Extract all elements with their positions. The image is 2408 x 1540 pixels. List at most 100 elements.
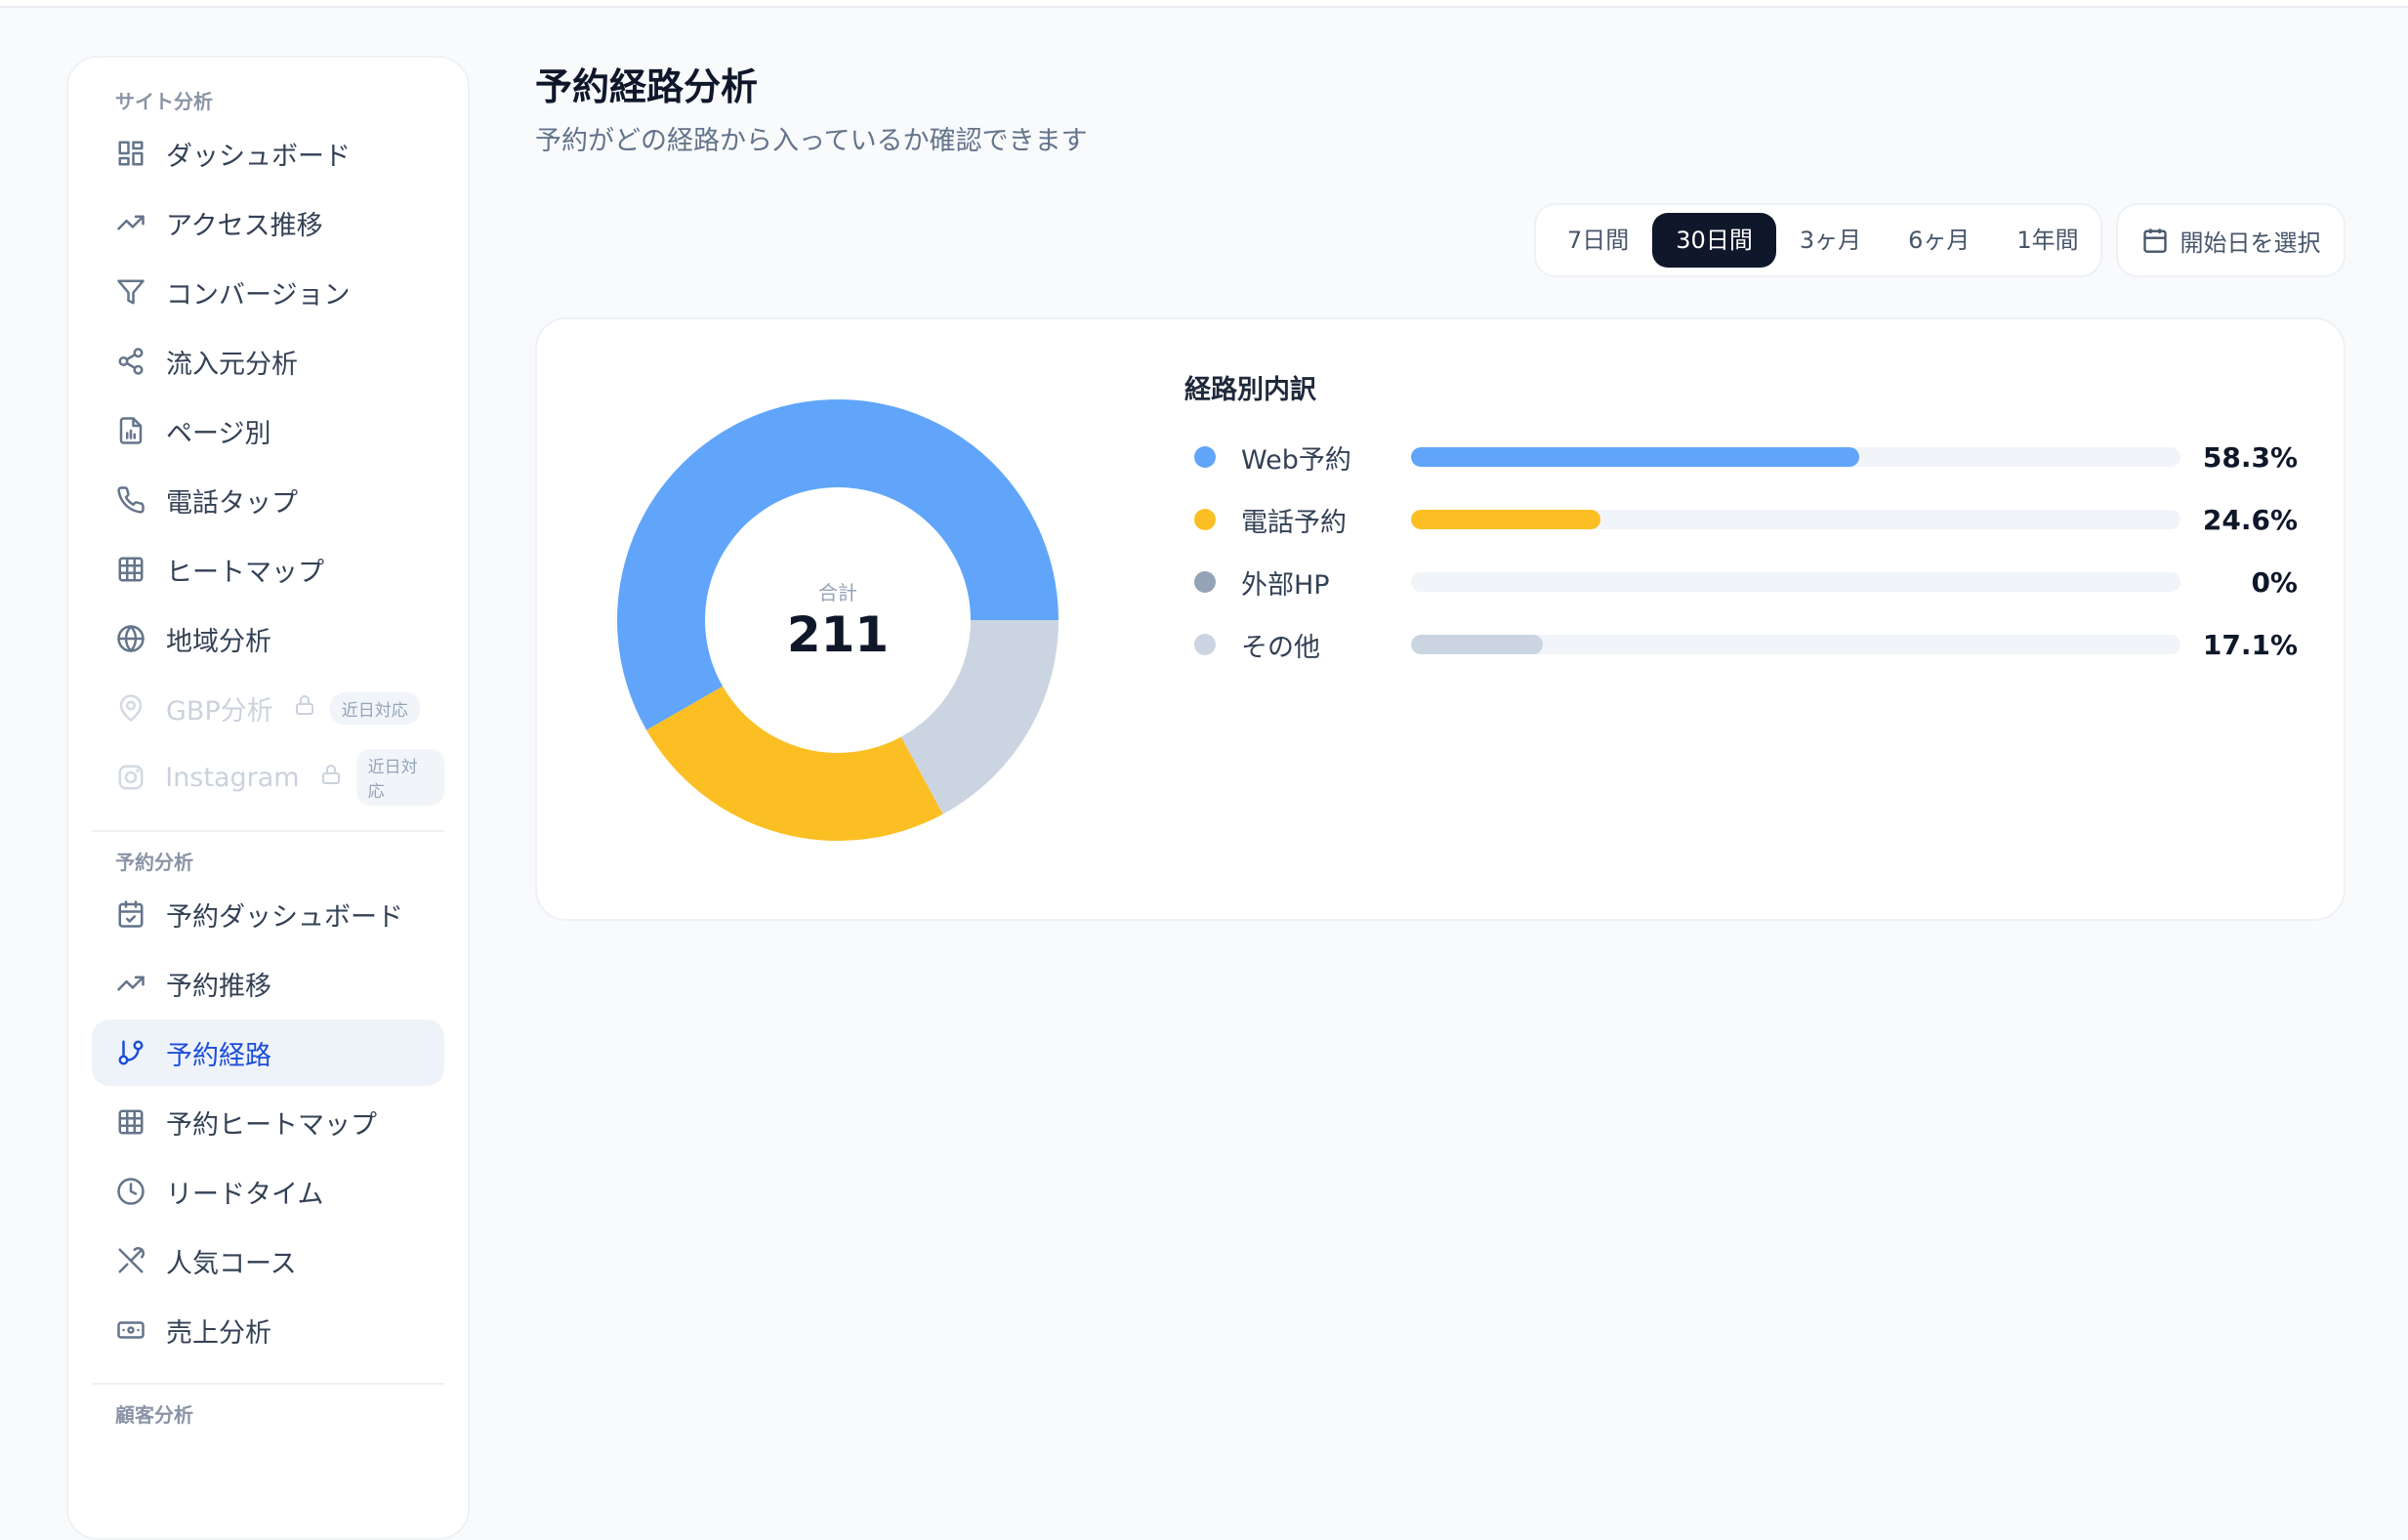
sidebar-item-sales[interactable]: 売上分析: [92, 1297, 444, 1363]
sidebar-item-label: ヒートマップ: [166, 557, 324, 588]
sidebar-item-label: GBP分析: [166, 695, 273, 727]
legend-label: 外部HP: [1241, 569, 1330, 601]
bar-track: [1411, 510, 2180, 529]
legend-row-external-hp: 外部HP 0%: [1184, 558, 2298, 606]
sidebar-item-label: 売上分析: [166, 1317, 271, 1349]
globe-icon: [115, 623, 146, 654]
sidebar: サイト分析 ダッシュボード アクセス推移 コンバージョン 流入元分析 ページ別 …: [66, 56, 470, 1540]
range-30-days-button[interactable]: 30日間: [1652, 213, 1776, 268]
clock-icon: [115, 1176, 146, 1207]
sidebar-item-gbp: GBP分析 近日対応: [92, 675, 444, 741]
donut-center-label: 合計: [818, 581, 857, 604]
map-pin-icon: [115, 692, 146, 724]
file-chart-icon: [115, 415, 146, 446]
phone-icon: [115, 484, 146, 516]
sidebar-item-heatmap[interactable]: ヒートマップ: [92, 536, 444, 603]
grid-icon: [115, 1106, 146, 1138]
legend-dot: [1194, 634, 1216, 655]
range-7-days-button[interactable]: 7日間: [1544, 213, 1652, 268]
sidebar-item-label: 予約推移: [166, 971, 271, 1002]
legend-percent: 0%: [2251, 565, 2298, 599]
sidebar-item-label: ページ別: [166, 418, 271, 449]
sidebar-section-reservation: 予約分析: [115, 851, 193, 874]
dashboard-icon: [115, 138, 146, 169]
sidebar-section-customer: 顧客分析: [115, 1403, 193, 1427]
range-6-months-button[interactable]: 6ヶ月: [1885, 213, 1993, 268]
date-range-selector: 7日間 30日間 3ヶ月 6ヶ月 1年間: [1534, 203, 2102, 277]
sidebar-divider: [92, 1383, 444, 1385]
route-breakdown-card: 合計 211 経路別内訳 Web予約 58.3% 電話予約 24.6% 外部HP…: [535, 317, 2346, 921]
sidebar-item-label: 予約ヒートマップ: [166, 1109, 377, 1141]
sidebar-item-label: コンバージョン: [166, 279, 351, 311]
sidebar-item-label: リードタイム: [166, 1179, 324, 1210]
bar-fill: [1411, 635, 1543, 654]
sidebar-item-label: 流入元分析: [166, 349, 298, 380]
legend-row-web: Web予約 58.3%: [1184, 433, 2298, 481]
sidebar-item-label: 地域分析: [166, 626, 271, 657]
legend-percent: 17.1%: [2202, 628, 2298, 661]
utensils-icon: [115, 1245, 146, 1276]
bar-fill: [1411, 510, 1600, 529]
banknote-icon: [115, 1314, 146, 1346]
top-border: [0, 0, 2408, 8]
donut-slice: [646, 686, 943, 841]
sidebar-item-label: 予約経路: [166, 1040, 271, 1071]
trend-icon: [115, 207, 146, 238]
share-icon: [115, 346, 146, 377]
git-branch-icon: [115, 1037, 146, 1068]
sidebar-item-reservation-trend[interactable]: 予約推移: [92, 950, 444, 1017]
sidebar-item-popular-course[interactable]: 人気コース: [92, 1228, 444, 1294]
bar-fill: [1411, 447, 1860, 467]
bar-track: [1411, 572, 2180, 592]
legend-percent: 58.3%: [2202, 440, 2298, 474]
sidebar-item-instagram: Instagram 近日対応: [92, 744, 444, 811]
grid-icon: [115, 554, 146, 585]
legend-label: その他: [1241, 632, 1320, 663]
sidebar-item-pages[interactable]: ページ別: [92, 397, 444, 464]
lock-icon: [300, 763, 343, 793]
legend-row-phone: 電話予約 24.6%: [1184, 495, 2298, 544]
coming-soon-badge: 近日対応: [329, 691, 420, 725]
legend-row-other: その他 17.1%: [1184, 620, 2298, 669]
breakdown-title: 経路別内訳: [1184, 375, 1316, 405]
legend-dot: [1194, 509, 1216, 530]
sidebar-item-label: アクセス推移: [166, 210, 323, 241]
sidebar-item-region[interactable]: 地域分析: [92, 605, 444, 672]
page-subtitle: 予約がどの経路から入っているか確認できます: [535, 126, 1088, 156]
sidebar-item-label: ダッシュボード: [166, 141, 351, 172]
sidebar-item-label: Instagram: [165, 762, 300, 793]
sidebar-divider: [92, 830, 444, 832]
page-title: 予約経路分析: [535, 65, 759, 108]
legend-dot: [1194, 446, 1216, 468]
sidebar-item-lead-time[interactable]: リードタイム: [92, 1158, 444, 1225]
trend-icon: [115, 968, 146, 999]
sidebar-item-label: 人気コース: [166, 1248, 297, 1279]
donut-total-value: 211: [786, 606, 890, 663]
sidebar-item-referrer[interactable]: 流入元分析: [92, 328, 444, 395]
legend-label: Web予約: [1241, 444, 1351, 476]
sidebar-item-conversion[interactable]: コンバージョン: [92, 259, 444, 325]
sidebar-item-reservation-dashboard[interactable]: 予約ダッシュボード: [92, 881, 444, 947]
bar-track: [1411, 635, 2180, 654]
sidebar-item-dashboard[interactable]: ダッシュボード: [92, 120, 444, 187]
bar-track: [1411, 447, 2180, 467]
funnel-icon: [115, 276, 146, 308]
legend-percent: 24.6%: [2202, 503, 2298, 536]
sidebar-item-access-trend[interactable]: アクセス推移: [92, 189, 444, 256]
sidebar-item-reservation-route[interactable]: 予約経路: [92, 1020, 444, 1086]
sidebar-item-phone-tap[interactable]: 電話タップ: [92, 467, 444, 533]
calendar-check-icon: [115, 898, 146, 930]
instagram-icon: [115, 762, 145, 793]
range-1-year-button[interactable]: 1年間: [1993, 213, 2101, 268]
lock-icon: [273, 693, 316, 724]
donut-chart: 合計 211: [617, 399, 1059, 841]
legend-dot: [1194, 571, 1216, 593]
coming-soon-badge: 近日対応: [355, 749, 444, 806]
range-3-months-button[interactable]: 3ヶ月: [1776, 213, 1885, 268]
legend-label: 電話予約: [1241, 507, 1347, 538]
sidebar-item-label: 予約ダッシュボード: [166, 901, 403, 933]
calendar-icon: [2142, 229, 2167, 253]
start-date-button[interactable]: 開始日を選択: [2116, 203, 2346, 277]
sidebar-item-reservation-heatmap[interactable]: 予約ヒートマップ: [92, 1089, 444, 1155]
sidebar-section-site: サイト分析: [115, 90, 213, 113]
